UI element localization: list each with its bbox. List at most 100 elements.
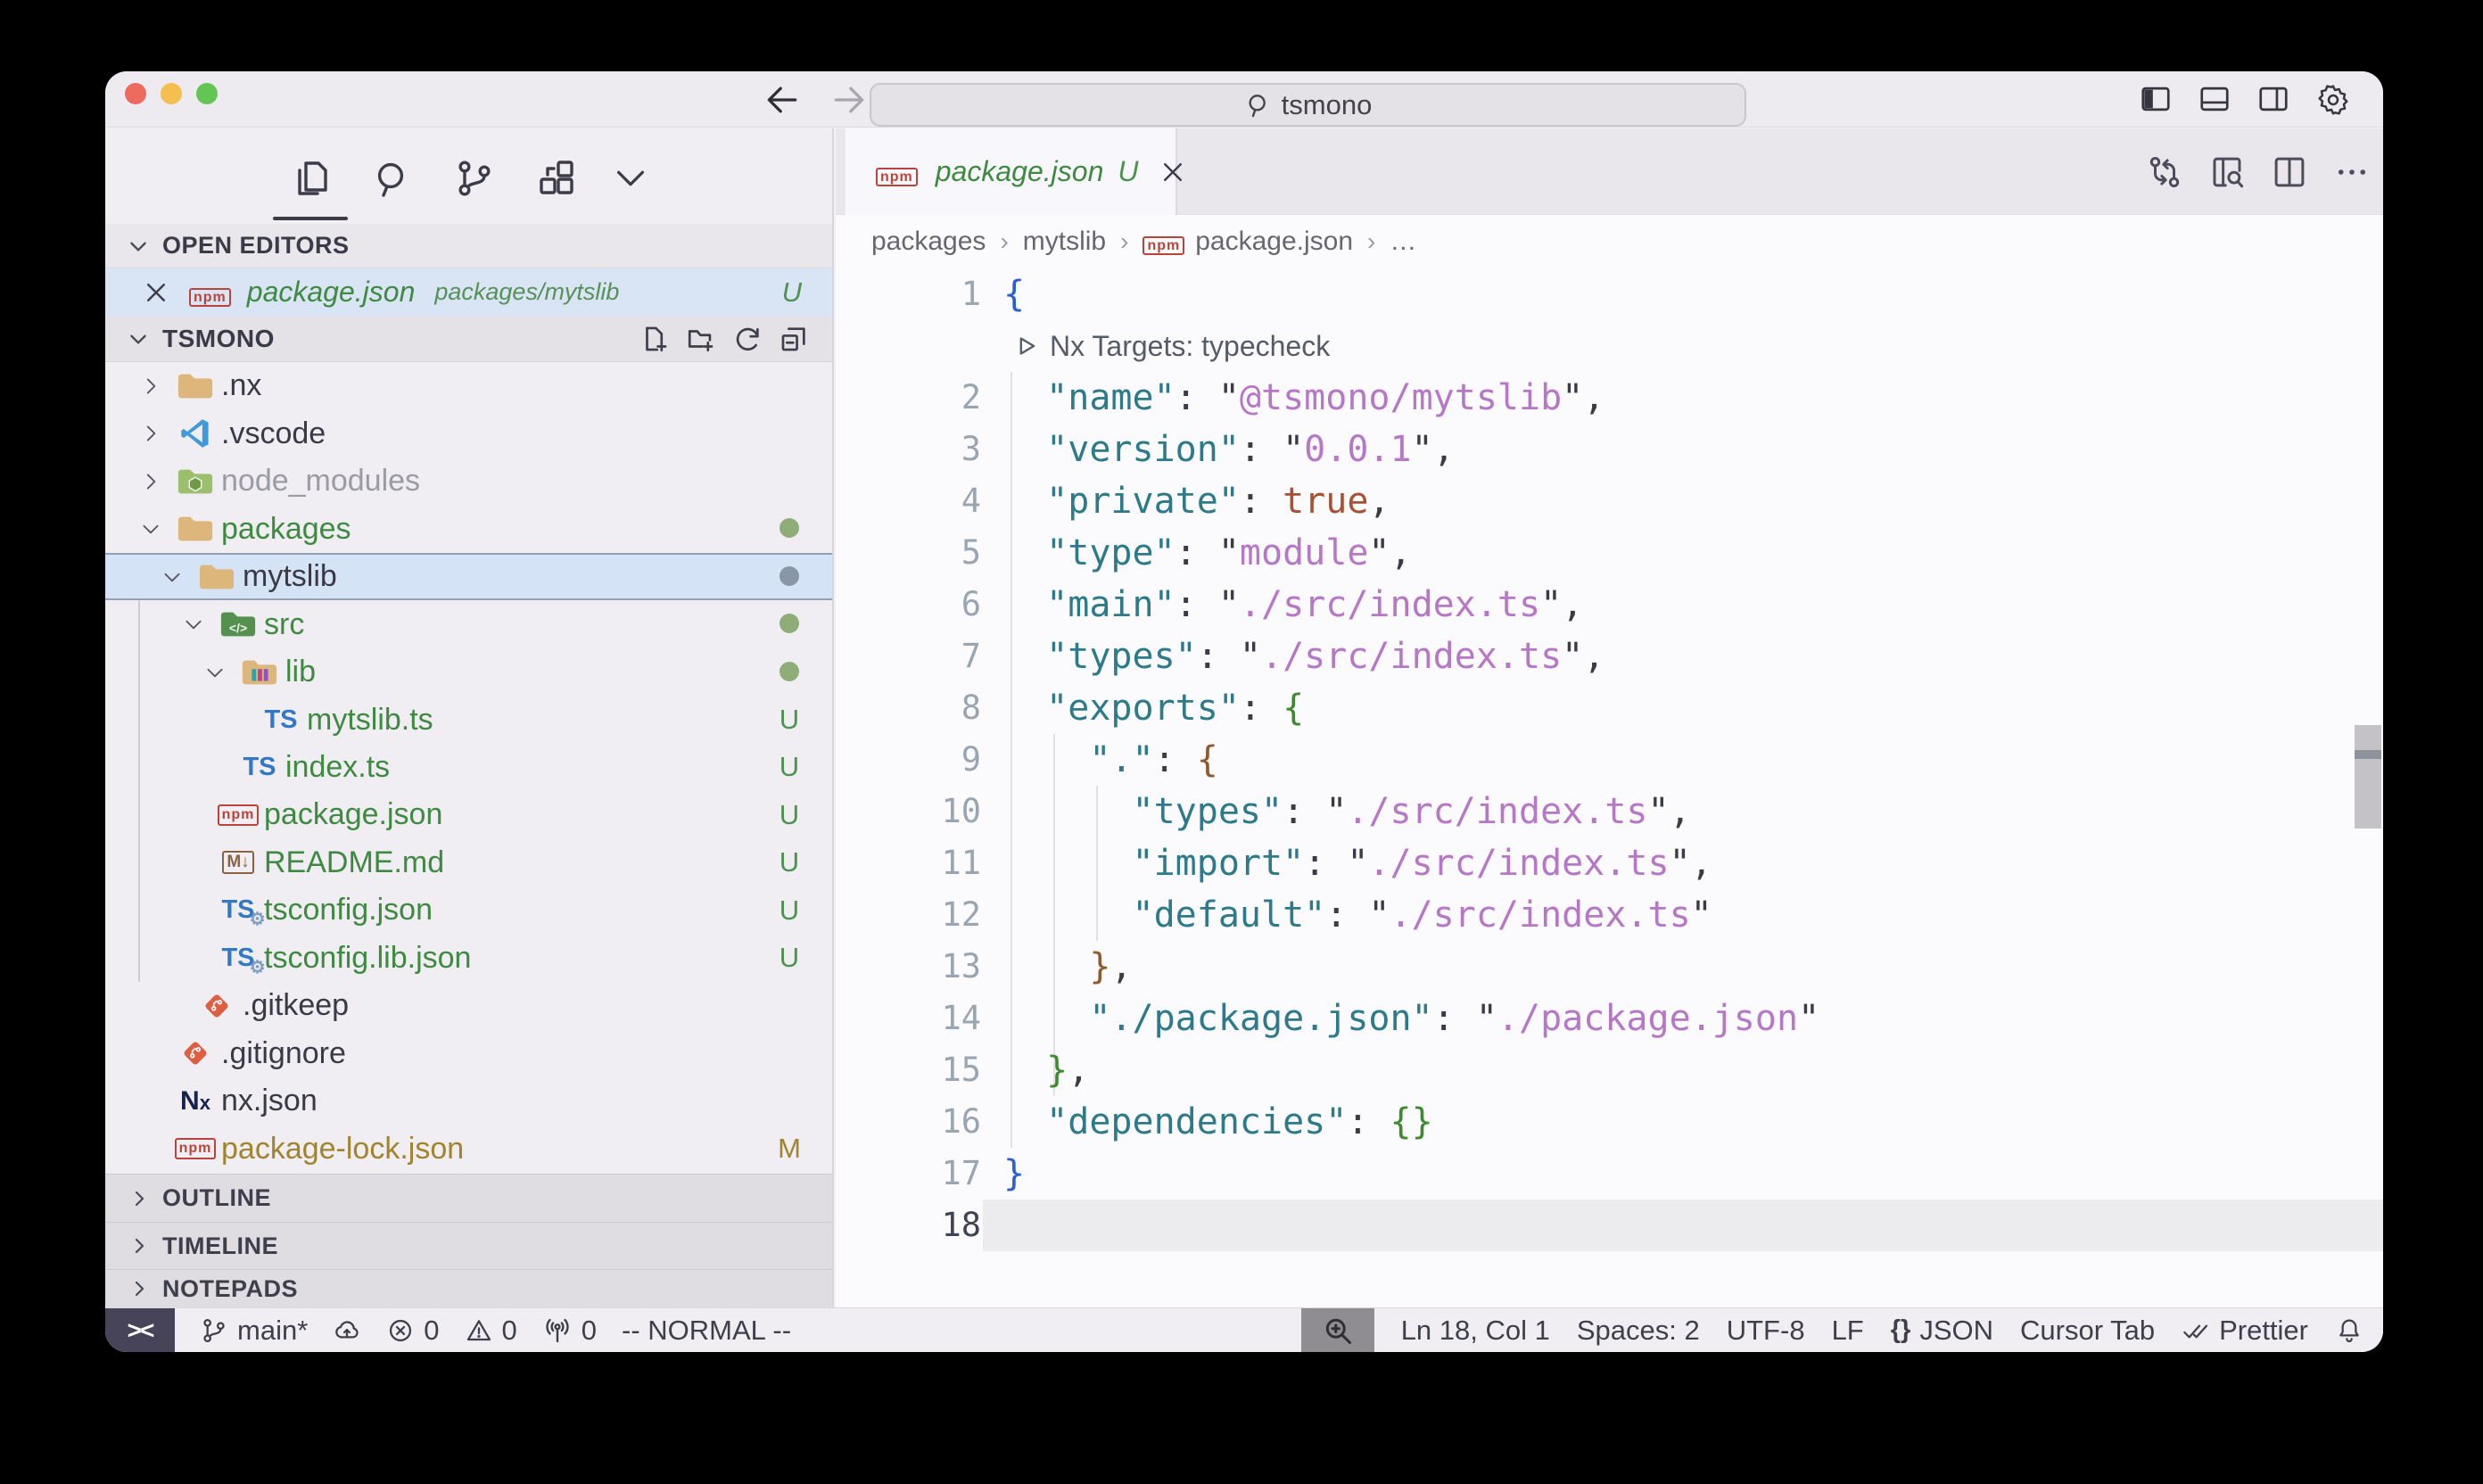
code-line-4[interactable]: 4 "private": true,: [836, 475, 2383, 527]
new-file-icon[interactable]: [639, 324, 670, 354]
code-line-12[interactable]: 12 "default": "./src/index.ts": [836, 889, 2383, 941]
codelens-label[interactable]: Nx Targets: typecheck: [1050, 330, 1330, 363]
status-lf[interactable]: LF: [1832, 1315, 1864, 1347]
tree-item-mytslib-ts[interactable]: TSmytslib.tsU: [105, 696, 832, 743]
tree-item--vscode[interactable]: .vscode: [105, 409, 832, 457]
toggle-sidebar-right-icon[interactable]: [2256, 82, 2290, 118]
minimize-window-button[interactable]: [161, 83, 182, 104]
screencast-zoom-indicator[interactable]: [1301, 1308, 1374, 1352]
status--normal-[interactable]: -- NORMAL --: [622, 1315, 791, 1347]
timeline-section-header[interactable]: TIMELINE: [105, 1222, 832, 1269]
outline-section-header[interactable]: OUTLINE: [105, 1174, 832, 1222]
chevron-down-icon[interactable]: [203, 661, 227, 684]
zoom-window-button[interactable]: [196, 83, 218, 104]
status-0[interactable]: 0: [465, 1315, 517, 1347]
close-tab-icon[interactable]: [1159, 159, 1186, 186]
code-line-7[interactable]: 7 "types": "./src/index.ts",: [836, 631, 2383, 682]
code-line-9[interactable]: 9 ".": {: [836, 734, 2383, 786]
code-line-2[interactable]: 2 "name": "@tsmono/mytslib",: [836, 372, 2383, 424]
split-editor-icon[interactable]: [2271, 153, 2308, 191]
tree-item--gitignore[interactable]: .gitignore: [105, 1030, 832, 1077]
breadcrumb--[interactable]: …: [1390, 227, 1416, 257]
code-line-13[interactable]: 13 },: [836, 941, 2383, 993]
status-bell[interactable]: [2335, 1316, 2363, 1345]
status-utf-8[interactable]: UTF-8: [1727, 1315, 1805, 1347]
tree-item-package-json[interactable]: npmpackage.jsonU: [105, 791, 832, 838]
open-editor-item[interactable]: npm package.json packages/mytslib U: [105, 268, 832, 316]
breadcrumb-packages[interactable]: packages: [871, 227, 986, 257]
toggle-sidebar-left-icon[interactable]: [2139, 82, 2173, 118]
status-0[interactable]: 0: [542, 1315, 597, 1347]
breadcrumb-package-json[interactable]: npmpackage.json: [1143, 227, 1353, 257]
code-line-3[interactable]: 3 "version": "0.0.1",: [836, 424, 2383, 475]
chevron-down-icon[interactable]: [139, 517, 162, 540]
toggle-panel-icon[interactable]: [2198, 82, 2231, 118]
status-0[interactable]: 0: [386, 1315, 439, 1347]
tree-item-nx-json[interactable]: Nxnx.json: [105, 1077, 832, 1125]
chevron-down-icon[interactable]: [182, 613, 205, 636]
code-line-15[interactable]: 15 },: [836, 1044, 2383, 1096]
code-line-5[interactable]: 5 "type": "module",: [836, 527, 2383, 579]
code-line-1[interactable]: 1{: [836, 268, 2383, 320]
code-line-16[interactable]: 16 "dependencies": {}: [836, 1096, 2383, 1148]
tree-item-index-ts[interactable]: TSindex.tsU: [105, 744, 832, 791]
code-line-11[interactable]: 11 "import": "./src/index.ts",: [836, 837, 2383, 889]
code-line-14[interactable]: 14 "./package.json": "./package.json": [836, 993, 2383, 1044]
new-folder-icon[interactable]: [686, 324, 716, 354]
tree-item-mytslib[interactable]: mytslib: [105, 553, 832, 600]
code-text: }: [1003, 1148, 1025, 1200]
code-line-8[interactable]: 8 "exports": {: [836, 682, 2383, 734]
tree-item-tsconfig-json[interactable]: TS⚙tsconfig.jsonU: [105, 886, 832, 934]
code-editor[interactable]: 1{ Nx Targets: typecheck 2 "name": "@tsmon…: [836, 268, 2383, 1307]
activity-extensions-icon[interactable]: [535, 157, 578, 200]
refresh-icon[interactable]: [732, 324, 763, 354]
tree-item-packages[interactable]: packages: [105, 505, 832, 552]
status-cursor-tab[interactable]: Cursor Tab: [2020, 1315, 2155, 1347]
explorer-section-header[interactable]: TSMONO: [105, 316, 832, 362]
activity-more-chevron-icon[interactable]: [610, 157, 653, 200]
chevron-right-icon[interactable]: [139, 375, 162, 398]
tree-item--nx[interactable]: .nx: [105, 362, 832, 409]
activity-search-icon[interactable]: [371, 157, 414, 200]
status-main-[interactable]: main*: [200, 1315, 308, 1347]
tab-package-json[interactable]: npm package.json U: [846, 128, 1177, 215]
code-line-6[interactable]: 6 "main": "./src/index.ts",: [836, 579, 2383, 631]
open-editors-header[interactable]: OPEN EDITORS: [105, 224, 832, 268]
chevron-right-icon[interactable]: [139, 422, 162, 445]
collapse-all-icon[interactable]: [779, 324, 809, 354]
tree-item--gitkeep[interactable]: .gitkeep: [105, 982, 832, 1029]
tree-item-src[interactable]: </>src: [105, 600, 832, 647]
close-icon[interactable]: [143, 279, 169, 306]
run-target-icon[interactable]: [1014, 334, 1037, 358]
chevron-down-icon[interactable]: [161, 565, 184, 589]
tree-item-node-modules[interactable]: node_modules: [105, 458, 832, 505]
command-center-search[interactable]: tsmono: [870, 83, 1746, 127]
notepads-section-header[interactable]: NOTEPADS: [105, 1269, 832, 1307]
tree-item-package-lock-json[interactable]: npmpackage-lock.jsonM: [105, 1125, 832, 1173]
breadcrumb-mytslib[interactable]: mytslib: [1023, 227, 1106, 257]
codelens-nx-targets[interactable]: Nx Targets: typecheck: [836, 320, 2383, 372]
status-cloud-upload[interactable]: [333, 1316, 361, 1345]
activity-explorer-icon[interactable]: [289, 157, 332, 200]
status-spaces-2[interactable]: Spaces: 2: [1577, 1315, 1700, 1347]
open-preview-icon[interactable]: [2208, 153, 2246, 191]
close-window-button[interactable]: [125, 83, 146, 104]
tree-item-lib[interactable]: lib: [105, 648, 832, 696]
code-line-17[interactable]: 17}: [836, 1148, 2383, 1200]
open-changes-icon[interactable]: [2146, 153, 2183, 191]
more-actions-icon[interactable]: [2333, 153, 2371, 191]
settings-gear-icon[interactable]: [2315, 82, 2351, 118]
activity-source-control-icon[interactable]: [453, 157, 496, 200]
tree-item-README-md[interactable]: M↓README.mdU: [105, 839, 832, 886]
back-arrow-icon[interactable]: [763, 80, 802, 120]
tree-item-tsconfig-lib-json[interactable]: TS⚙tsconfig.lib.jsonU: [105, 935, 832, 982]
forward-arrow-icon[interactable]: [829, 80, 869, 120]
status-json[interactable]: {}JSON: [1891, 1315, 1993, 1347]
chevron-right-icon[interactable]: [139, 470, 162, 493]
code-line-18[interactable]: 18: [836, 1200, 2383, 1251]
remote-indicator[interactable]: ><: [105, 1308, 175, 1352]
git-status-badge: U: [770, 895, 809, 927]
status-ln-18-col-1[interactable]: Ln 18, Col 1: [1401, 1315, 1550, 1347]
status-prettier[interactable]: Prettier: [2182, 1315, 2308, 1347]
code-line-10[interactable]: 10 "types": "./src/index.ts",: [836, 786, 2383, 837]
